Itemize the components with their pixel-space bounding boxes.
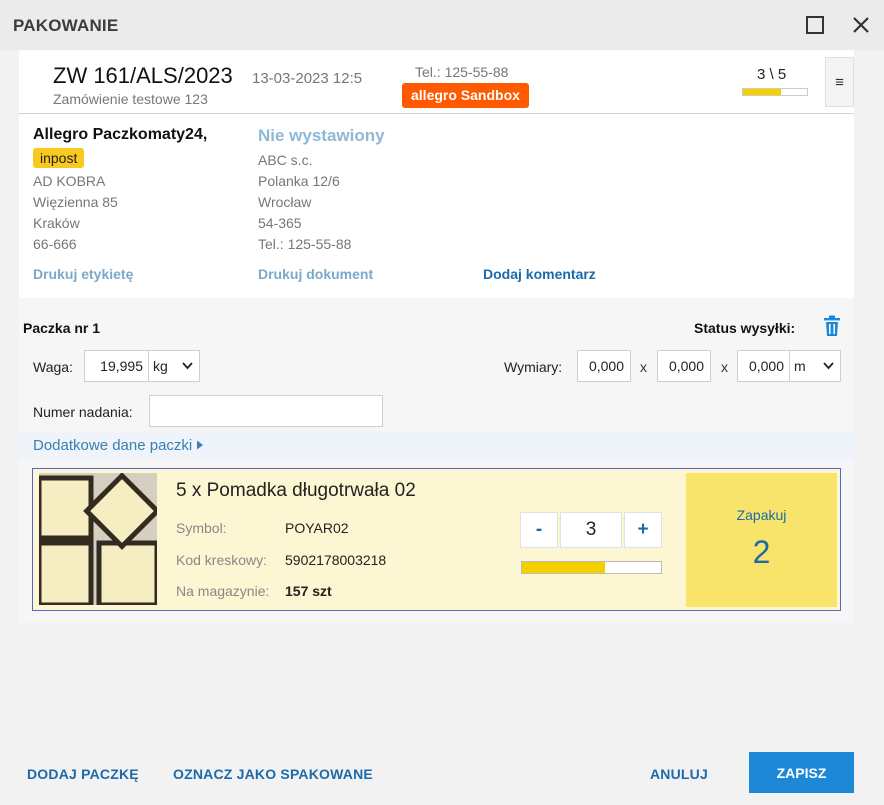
document-block: Nie wystawiony ABC s.c. Polanka 12/6 Wro… (258, 126, 385, 255)
pack-item-button[interactable]: Zapakuj 2 (686, 473, 837, 607)
chevron-down-icon (182, 362, 193, 370)
order-phone: Tel.: 125-55-88 (415, 64, 509, 80)
extra-data-link[interactable]: Dodatkowe dane paczki (33, 437, 204, 454)
order-header: ZW 161/ALS/2023 13-03-2023 12:5 Zamówien… (19, 50, 854, 114)
order-date: 13-03-2023 12:5 (252, 70, 363, 87)
shipping-address-line: Więzienna 85 (33, 194, 118, 210)
quantity-decrement-button[interactable]: - (520, 512, 558, 548)
source-badge: allegro Sandbox (402, 83, 529, 108)
shipping-status-label: Status wysyłki: (694, 320, 796, 336)
pack-item-label: Zapakuj (736, 507, 787, 523)
item-title: 5 x Pomadka długotrwała 02 (176, 480, 416, 501)
dimension-separator: x (640, 359, 647, 375)
menu-button[interactable]: ≡ (825, 57, 854, 107)
dimension-separator: x (721, 359, 728, 375)
document-address-line: 54-365 (258, 215, 302, 231)
caret-right-icon (197, 440, 204, 450)
extra-data-label: Dodatkowe dane paczki (33, 437, 193, 454)
order-description: Zamówienie testowe 123 (53, 91, 208, 107)
symbol-value: POYAR02 (285, 520, 349, 536)
product-image-placeholder (39, 473, 157, 605)
pack-item-count: 2 (752, 534, 771, 570)
weight-unit-value: kg (153, 358, 168, 374)
dimensions-label: Wymiary: (504, 359, 563, 375)
carrier-name: Allegro Paczkomaty24, (33, 126, 208, 143)
barcode-label: Kod kreskowy: (176, 552, 268, 568)
add-comment-link[interactable]: Dodaj komentarz (483, 266, 596, 282)
cancel-button[interactable]: ANULUJ (650, 766, 708, 782)
shipping-block: Allegro Paczkomaty24, inpost AD KOBRA Wi… (33, 126, 207, 255)
barcode-value: 5902178003218 (285, 552, 387, 568)
tracking-number-label: Numer nadania: (33, 404, 133, 420)
dimension-height-input[interactable]: 0,000 (737, 350, 791, 382)
maximize-icon[interactable] (804, 14, 826, 36)
product-placeholder-icon (39, 473, 157, 605)
document-address-line: Polanka 12/6 (258, 173, 340, 189)
order-progress-fill (743, 89, 782, 95)
shipping-address-line: Kraków (33, 215, 80, 231)
save-button[interactable]: ZAPISZ (749, 752, 854, 793)
print-label-link[interactable]: Drukuj etykietę (33, 266, 133, 282)
document-address-line: Tel.: 125-55-88 (258, 236, 352, 252)
package-title: Paczka nr 1 (23, 320, 101, 336)
package-panel: Paczka nr 1 Status wysyłki: Waga: 19,995… (19, 298, 854, 623)
dimension-width-input[interactable]: 0,000 (657, 350, 711, 382)
quantity-progress-bar (521, 561, 662, 574)
shipping-address-line: 66-666 (33, 236, 77, 252)
mark-packed-button[interactable]: OZNACZ JAKO SPAKOWANE (173, 766, 373, 782)
print-document-link[interactable]: Drukuj dokument (258, 266, 373, 282)
document-status: Nie wystawiony (258, 126, 385, 145)
window-title: PAKOWANIE (13, 16, 119, 35)
add-package-button[interactable]: DODAJ PACZKĘ (27, 766, 139, 782)
weight-label: Waga: (33, 359, 73, 375)
dialog-content: ZW 161/ALS/2023 13-03-2023 12:5 Zamówien… (19, 50, 854, 623)
stock-value: 157 szt (285, 583, 332, 599)
document-address-line: ABC s.c. (258, 152, 313, 168)
shipping-address-line: AD KOBRA (33, 173, 106, 189)
extra-data-bar: Dodatkowe dane paczki (19, 431, 854, 461)
quantity-progress-fill (522, 562, 606, 573)
dimension-unit-value: m (794, 358, 806, 374)
stock-label: Na magazynie: (176, 583, 270, 599)
weight-unit-select[interactable]: kg (148, 350, 200, 382)
dimension-length-input[interactable]: 0,000 (577, 350, 631, 382)
dimension-unit-select[interactable]: m (789, 350, 841, 382)
quantity-increment-button[interactable]: + (624, 512, 662, 548)
document-address-line: Wrocław (258, 194, 312, 210)
chevron-down-icon (823, 362, 834, 370)
close-icon[interactable] (850, 14, 872, 36)
title-bar: PAKOWANIE (0, 0, 884, 50)
weight-input[interactable]: 19,995 (84, 350, 150, 382)
hamburger-icon: ≡ (835, 73, 844, 91)
order-counter: 3 \ 5 (757, 66, 787, 83)
tracking-number-input[interactable] (149, 395, 383, 427)
order-progress-bar (742, 88, 808, 96)
quantity-input[interactable]: 3 (560, 512, 622, 548)
carrier-badge: inpost (33, 148, 85, 168)
order-number: ZW 161/ALS/2023 (53, 63, 233, 88)
item-card: 5 x Pomadka długotrwała 02 Symbol: POYAR… (32, 468, 841, 611)
symbol-label: Symbol: (176, 520, 227, 536)
trash-icon[interactable] (822, 315, 842, 337)
